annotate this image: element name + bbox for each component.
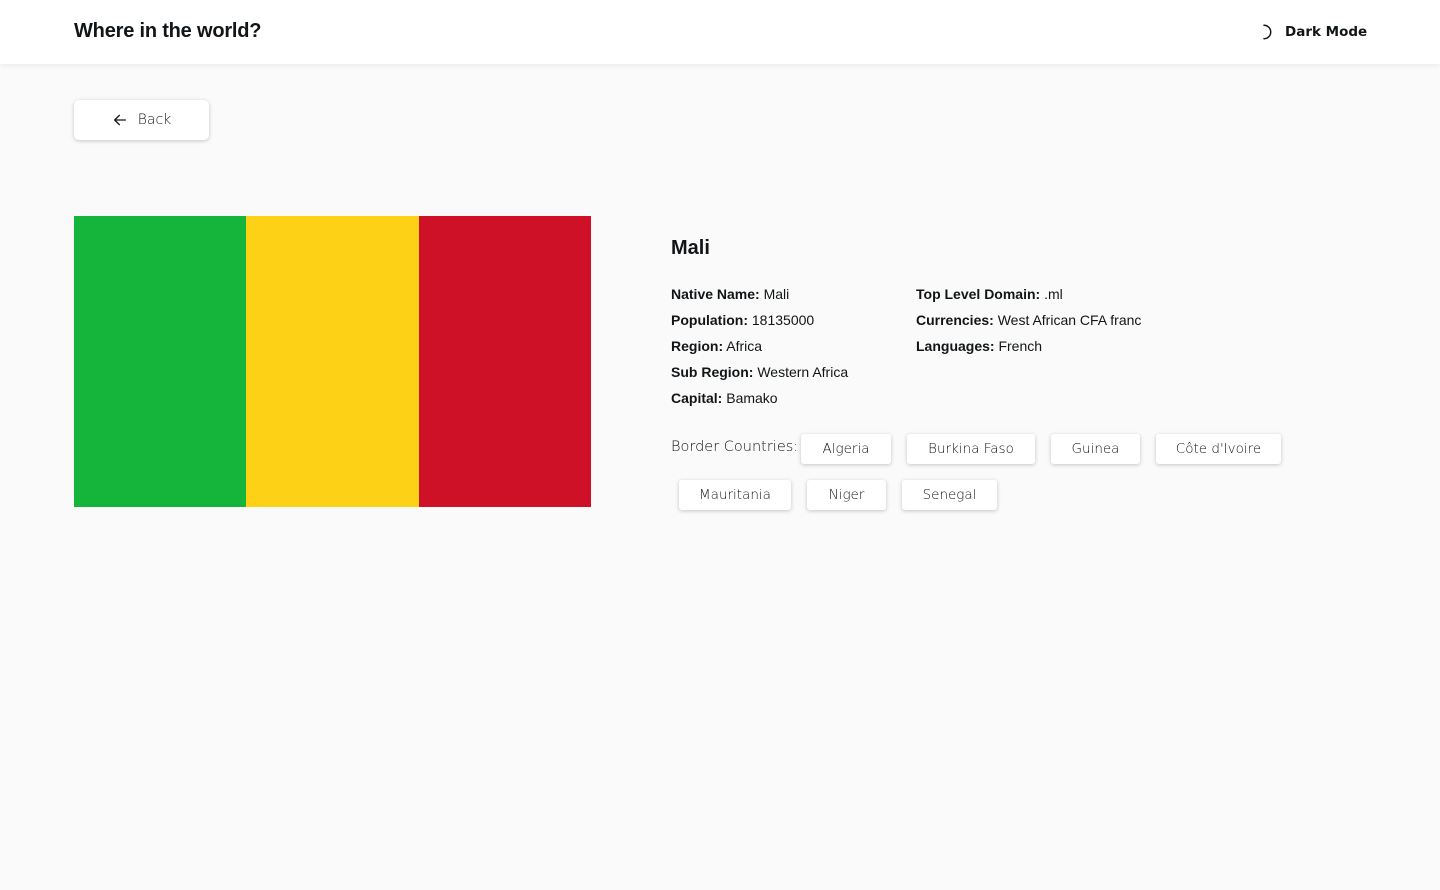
border-country-button[interactable]: Guinea [1051,434,1140,464]
flag-stripe [246,216,419,507]
detail-value: Bamako [726,390,778,406]
detail-key: Top Level Domain: [916,286,1041,302]
detail-value: French [998,338,1043,354]
detail-row: Region: Africa [671,333,848,359]
detail-key: Native Name: [671,286,760,302]
arrow-left-icon [113,114,126,126]
app-header: Where in the world? Dark Mode [0,0,1440,64]
app-title: Where in the world? [74,20,262,42]
border-country-button[interactable]: Algeria [801,434,891,464]
detail-value: Africa [726,338,763,354]
detail-row: Top Level Domain: .ml [916,281,1141,307]
detail-row: Languages: French [916,333,1141,359]
flag-stripe [418,216,591,507]
border-countries-label: Border Countries: [671,439,799,455]
detail-value: .ml [1044,286,1063,302]
detail-key: Population: [671,312,748,328]
border-country-button[interactable]: Senegal [902,480,997,510]
country-flag [74,216,591,507]
detail-key: Languages: [916,338,995,354]
detail-row: Sub Region: Western Africa [671,359,848,385]
details-secondary: Top Level Domain: .ml Currencies: West Af… [916,281,1141,359]
back-button[interactable]: Back [74,100,209,140]
detail-row: Currencies: West African CFA franc [916,307,1141,333]
detail-key: Sub Region: [671,364,754,380]
border-country-button[interactable]: Burkina Faso [907,434,1035,464]
detail-key: Currencies: [916,312,994,328]
details-primary: Native Name: Mali Population: 18135000 Reg… [671,281,848,411]
detail-row: Capital: Bamako [671,385,848,411]
detail-value: 18135000 [751,312,815,328]
moon-icon [1263,24,1272,40]
dark-mode-label: Dark Mode [1285,24,1368,40]
detail-key: Region: [671,338,724,354]
border-country-button[interactable]: Mauritania [679,480,791,510]
detail-row: Population: 18135000 [671,307,848,333]
detail-value: Mali [763,286,790,302]
border-country-button[interactable]: Côte d'Ivoire [1156,434,1281,464]
dark-mode-toggle[interactable]: Dark Mode [1258,20,1367,44]
border-country-button[interactable]: Niger [807,480,886,510]
back-label: Back [137,112,172,128]
country-name: Mali [671,237,710,259]
detail-value: Western Africa [757,364,849,380]
flag-stripe [74,216,247,507]
detail-value: West African CFA franc [997,312,1142,328]
detail-key: Capital: [671,390,723,406]
detail-row: Native Name: Mali [671,281,848,307]
